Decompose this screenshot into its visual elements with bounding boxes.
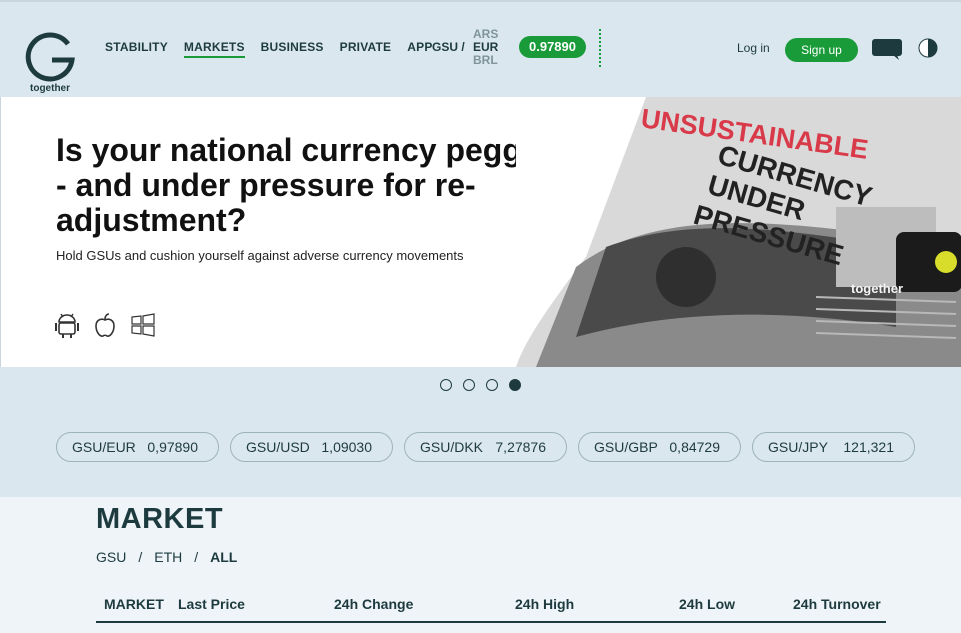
ticker-gsu-usd[interactable]: GSU/USD 1,09030	[230, 432, 393, 462]
carousel-dots	[440, 379, 521, 391]
contrast-toggle-icon[interactable]	[918, 38, 938, 58]
header-divider	[599, 29, 601, 67]
logo[interactable]: together	[22, 30, 78, 96]
ticker-pair: GSU/GBP	[594, 439, 658, 455]
site-header: together STABILITY MARKETS BUSINESS PRIV…	[0, 0, 961, 97]
carousel-dot-3[interactable]	[486, 379, 498, 391]
hero-banner: Is your national currency pegged - and u…	[0, 97, 961, 367]
ticker-pair: GSU/USD	[246, 439, 310, 455]
banner-subline: Hold GSUs and cushion yourself against a…	[56, 248, 464, 263]
nav-item-business[interactable]: BUSINESS	[261, 40, 324, 58]
main-nav: STABILITY MARKETS BUSINESS PRIVATE APP	[105, 40, 433, 58]
windows-icon[interactable]	[130, 311, 156, 339]
ticker-gsu-jpy[interactable]: GSU/JPY 121,321	[752, 432, 915, 462]
market-table-header: MARKET Last Price 24h Change 24h High 24…	[96, 596, 886, 623]
column-24h-change[interactable]: 24h Change	[334, 596, 413, 612]
signup-button[interactable]: Sign up	[785, 38, 858, 62]
android-icon[interactable]	[54, 311, 80, 339]
ticker-value: 121,321	[843, 439, 894, 455]
ticker-pair: GSU/JPY	[768, 439, 828, 455]
ticker-value: 7,27876	[495, 439, 546, 455]
ticker-pair: GSU/EUR	[72, 439, 136, 455]
ticker-pair: GSU/DKK	[420, 439, 484, 455]
login-link[interactable]: Log in	[737, 41, 770, 55]
app-store-links	[54, 311, 156, 339]
filter-gsu[interactable]: GSU	[96, 549, 126, 565]
ticker-gsu-dkk[interactable]: GSU/DKK 7,27876	[404, 432, 567, 462]
banner-headline: Is your national currency pegged - and u…	[56, 132, 560, 238]
chat-icon[interactable]	[871, 38, 903, 60]
column-market[interactable]: MARKET	[104, 596, 164, 612]
paper-brand: together	[851, 281, 903, 296]
filter-separator: /	[194, 549, 199, 565]
logo-g-icon	[25, 32, 75, 82]
market-section: MARKET GSU / ETH / ALL MARKET Last Price…	[0, 497, 961, 633]
apple-icon[interactable]	[92, 311, 118, 339]
column-24h-high[interactable]: 24h High	[515, 596, 574, 612]
market-filter: GSU / ETH / ALL	[96, 549, 237, 565]
ticker-value: 0,84729	[669, 439, 720, 455]
gsu-label: GSU /	[432, 40, 465, 54]
carousel-dot-2[interactable]	[463, 379, 475, 391]
filter-all[interactable]: ALL	[210, 549, 237, 565]
filter-separator: /	[138, 549, 143, 565]
currency-selector: ARS EUR BRL	[473, 28, 498, 67]
ticker-value: 0,97890	[147, 439, 198, 455]
nav-item-stability[interactable]: STABILITY	[105, 40, 168, 58]
carousel-dot-1[interactable]	[440, 379, 452, 391]
currency-option-brl[interactable]: BRL	[473, 54, 498, 67]
filter-eth[interactable]: ETH	[154, 549, 182, 565]
column-24h-turnover[interactable]: 24h Turnover	[793, 596, 881, 612]
ticker-gsu-gbp[interactable]: GSU/GBP 0,84729	[578, 432, 741, 462]
rate-badge: 0.97890	[519, 36, 586, 58]
column-24h-low[interactable]: 24h Low	[679, 596, 735, 612]
nav-item-app[interactable]: APP	[407, 40, 432, 58]
ticker-value: 1,09030	[321, 439, 372, 455]
ticker-gsu-eur[interactable]: GSU/EUR 0,97890	[56, 432, 219, 462]
carousel-dot-4[interactable]	[509, 379, 521, 391]
nav-item-private[interactable]: PRIVATE	[340, 40, 392, 58]
market-title: MARKET	[96, 503, 224, 535]
logo-text: together	[30, 83, 70, 94]
rate-tickers: GSU/EUR 0,97890 GSU/USD 1,09030 GSU/DKK …	[56, 432, 915, 462]
nav-item-markets[interactable]: MARKETS	[183, 40, 245, 58]
newspaper-image: UNSUSTAINABLE CURRENCY UNDER PRESSURE to…	[516, 97, 961, 367]
column-last-price[interactable]: Last Price	[178, 596, 245, 612]
